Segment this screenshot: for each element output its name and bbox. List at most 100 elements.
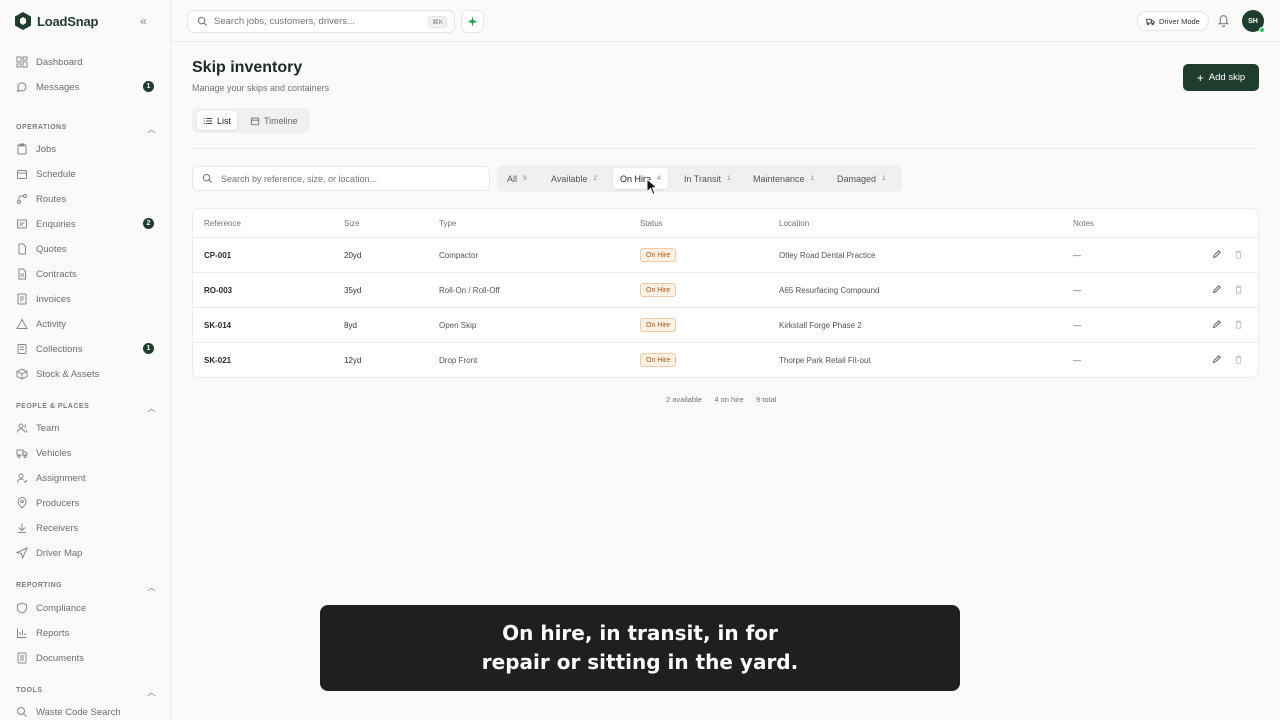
sidebar-item-label: Receivers (36, 522, 79, 534)
column-header-location[interactable]: Location (779, 219, 809, 228)
trash-icon[interactable] (1234, 320, 1243, 329)
section-title: PEOPLE & PLACES (16, 403, 90, 410)
global-search[interactable]: ⌘K (187, 10, 455, 33)
section-operations[interactable]: OPERATIONS ︿ (16, 124, 156, 135)
table-search-input[interactable] (221, 173, 481, 184)
chevron-up-icon: ︿ (147, 404, 156, 413)
sidebar-item-schedule[interactable]: Schedule (16, 164, 156, 184)
trash-icon[interactable] (1234, 355, 1243, 364)
calendar-icon (250, 117, 260, 125)
table-row[interactable]: RO-003 35yd Roll-On / Roll-Off On Hire A… (193, 272, 1258, 307)
column-header-type[interactable]: Type (439, 219, 456, 228)
table-row[interactable]: SK-021 12yd Drop Front On Hire Thorpe Pa… (193, 342, 1258, 377)
sidebar-item-producers[interactable]: Producers (16, 493, 156, 513)
sidebar-item-contracts[interactable]: Contracts (16, 264, 156, 284)
sidebar-item-vehicles[interactable]: Vehicles (16, 443, 156, 463)
sidebar-item-messages[interactable]: Messages 1 (16, 77, 156, 97)
sidebar-item-documents[interactable]: Documents (16, 648, 156, 668)
trash-icon[interactable] (1234, 250, 1243, 259)
column-header-size[interactable]: Size (344, 219, 360, 228)
cell-notes: — (1073, 251, 1081, 260)
sidebar-item-label: Waste Code Search (36, 706, 121, 718)
cell-notes: — (1073, 321, 1081, 330)
search-icon (197, 16, 208, 27)
edit-pencil-icon[interactable] (1212, 320, 1221, 329)
view-timeline-button[interactable]: Timeline (244, 111, 304, 130)
collapse-sidebar-icon[interactable]: « (140, 14, 147, 28)
sidebar-item-label: Routes (36, 193, 67, 205)
column-header-notes[interactable]: Notes (1073, 219, 1094, 228)
sidebar-item-activity[interactable]: Activity (16, 314, 156, 334)
summary-available: 2 available (666, 395, 702, 404)
table-row[interactable]: CP-001 20yd Compactor On Hire Otley Road… (193, 237, 1258, 272)
notifications-bell-icon[interactable] (1217, 13, 1230, 32)
column-header-status[interactable]: Status (640, 219, 663, 228)
global-search-input[interactable] (214, 16, 429, 27)
status-badge: On Hire (640, 318, 677, 332)
sidebar-item-reports[interactable]: Reports (16, 623, 156, 643)
filter-on-hire[interactable]: On Hire 4 (613, 168, 668, 189)
box-icon (16, 368, 28, 380)
brand-logo[interactable]: LoadSnap (13, 11, 98, 31)
filter-label: Maintenance (753, 173, 805, 184)
cell-location: Otley Road Dental Practice (779, 251, 876, 260)
list-icon (203, 117, 213, 124)
sidebar-item-quotes[interactable]: Quotes (16, 239, 156, 259)
sidebar-item-compliance[interactable]: Compliance (16, 598, 156, 618)
driver-mode-button[interactable]: Driver Mode (1137, 11, 1209, 31)
filter-in-transit[interactable]: In Transit 1 (677, 168, 738, 189)
trash-icon[interactable] (1234, 285, 1243, 294)
cell-size: 20yd (344, 251, 362, 260)
section-tools[interactable]: TOOLS ︿ (16, 687, 156, 698)
divider (192, 148, 1258, 149)
sidebar-item-assignment[interactable]: Assignment (16, 468, 156, 488)
inventory-summary: 2 available · 4 on hire · 9 total (666, 395, 776, 404)
edit-pencil-icon[interactable] (1212, 250, 1221, 259)
chevron-up-icon: ︿ (147, 125, 156, 134)
sidebar-item-enquiries[interactable]: Enquiries 2 (16, 214, 156, 234)
view-list-button[interactable]: List (197, 111, 238, 130)
filter-maintenance[interactable]: Maintenance 1 (746, 168, 821, 189)
filter-damaged[interactable]: Damaged 1 (830, 168, 893, 189)
page-subtitle: Manage your skips and containers (192, 83, 330, 93)
table-search[interactable] (192, 166, 490, 191)
sidebar-item-routes[interactable]: Routes (16, 189, 156, 209)
column-header-reference[interactable]: Reference (204, 219, 241, 228)
enquiries-badge: 2 (143, 218, 154, 229)
sidebar-item-label: Enquiries (36, 218, 76, 230)
team-icon (16, 422, 28, 434)
sidebar-item-stock-assets[interactable]: Stock & Assets (16, 364, 156, 384)
sidebar-item-label: Messages (36, 81, 80, 93)
sidebar-item-jobs[interactable]: Jobs (16, 139, 156, 159)
sidebar-item-team[interactable]: Team (16, 418, 156, 438)
edit-pencil-icon[interactable] (1212, 355, 1221, 364)
sidebar-item-label: Vehicles (36, 447, 72, 459)
sidebar-item-driver-map[interactable]: Driver Map (16, 543, 156, 563)
sidebar-item-invoices[interactable]: Invoices (16, 289, 156, 309)
table-row[interactable]: SK-014 8yd Open Skip On Hire Kirkstall F… (193, 307, 1258, 342)
sidebar-item-label: Collections (36, 343, 83, 355)
summary-on-hire: 4 on hire (714, 395, 744, 404)
calendar-icon (16, 168, 28, 180)
chevron-up-icon: ︿ (147, 688, 156, 697)
summary-total: 9 total (756, 395, 777, 404)
add-skip-button[interactable]: + Add skip (1183, 64, 1259, 91)
section-reporting[interactable]: REPORTING ︿ (16, 582, 156, 593)
chevron-up-icon: ︿ (147, 583, 156, 592)
filter-available[interactable]: Available 2 (544, 168, 604, 189)
sidebar-item-receivers[interactable]: Receivers (16, 518, 156, 538)
sidebar-item-label: Jobs (36, 143, 57, 155)
sidebar-item-label: Team (36, 422, 60, 434)
user-avatar[interactable]: SH (1242, 10, 1265, 33)
ai-assistant-button[interactable] (461, 10, 484, 33)
sidebar-item-label: Schedule (36, 168, 76, 180)
invoice-icon (16, 293, 28, 305)
sidebar-item-dashboard[interactable]: Dashboard (16, 52, 156, 72)
section-people-places[interactable]: PEOPLE & PLACES ︿ (16, 403, 156, 414)
filter-all[interactable]: All 9 (500, 168, 534, 189)
sidebar-item-waste-code-search[interactable]: Waste Code Search (16, 702, 156, 720)
add-skip-label: Add skip (1208, 72, 1246, 83)
edit-pencil-icon[interactable] (1212, 285, 1221, 294)
sidebar-item-collections[interactable]: Collections 1 (16, 339, 156, 359)
navigation-icon (16, 547, 28, 559)
